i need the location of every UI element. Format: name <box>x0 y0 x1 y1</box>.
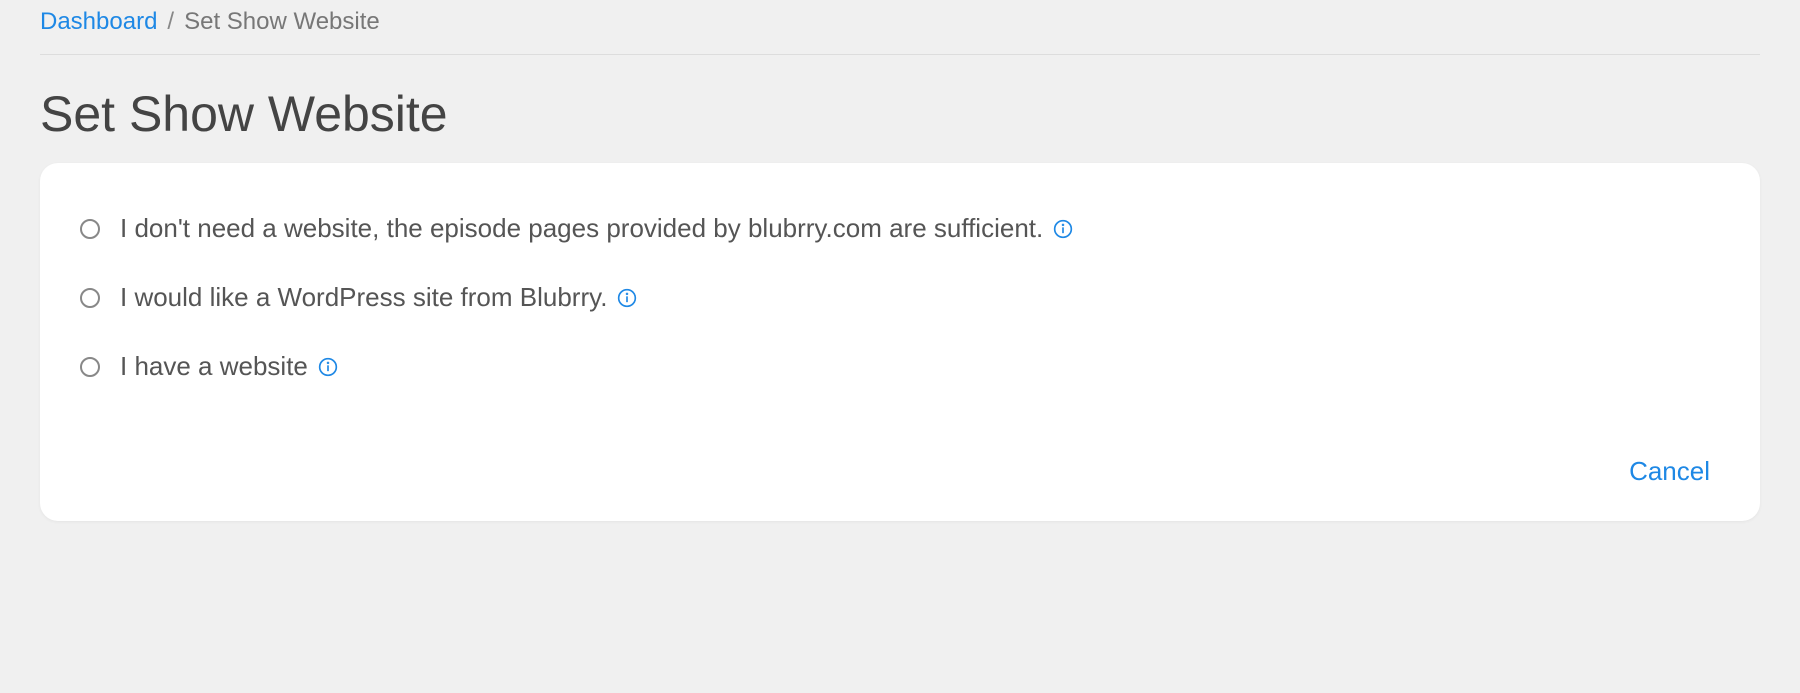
radio-have-website[interactable] <box>80 357 100 377</box>
actions-row: Cancel <box>80 452 1720 491</box>
cancel-button[interactable]: Cancel <box>1619 452 1720 491</box>
option-text: I have a website <box>120 351 308 382</box>
radio-no-website[interactable] <box>80 219 100 239</box>
form-card: I don't need a website, the episode page… <box>40 163 1760 521</box>
option-no-website: I don't need a website, the episode page… <box>80 213 1720 244</box>
radio-wordpress[interactable] <box>80 288 100 308</box>
option-text: I would like a WordPress site from Blubr… <box>120 282 607 313</box>
label-no-website[interactable]: I don't need a website, the episode page… <box>120 213 1073 244</box>
option-text: I don't need a website, the episode page… <box>120 213 1043 244</box>
breadcrumb-current: Set Show Website <box>184 8 380 36</box>
info-icon[interactable] <box>617 288 637 308</box>
breadcrumb-dashboard-link[interactable]: Dashboard <box>40 8 157 36</box>
breadcrumb-separator: / <box>167 8 174 36</box>
option-wordpress: I would like a WordPress site from Blubr… <box>80 282 1720 313</box>
option-have-website: I have a website <box>80 351 1720 382</box>
page-title: Set Show Website <box>40 85 1760 143</box>
label-have-website[interactable]: I have a website <box>120 351 338 382</box>
info-icon[interactable] <box>318 357 338 377</box>
label-wordpress[interactable]: I would like a WordPress site from Blubr… <box>120 282 637 313</box>
info-icon[interactable] <box>1053 219 1073 239</box>
breadcrumb: Dashboard / Set Show Website <box>40 0 1760 55</box>
